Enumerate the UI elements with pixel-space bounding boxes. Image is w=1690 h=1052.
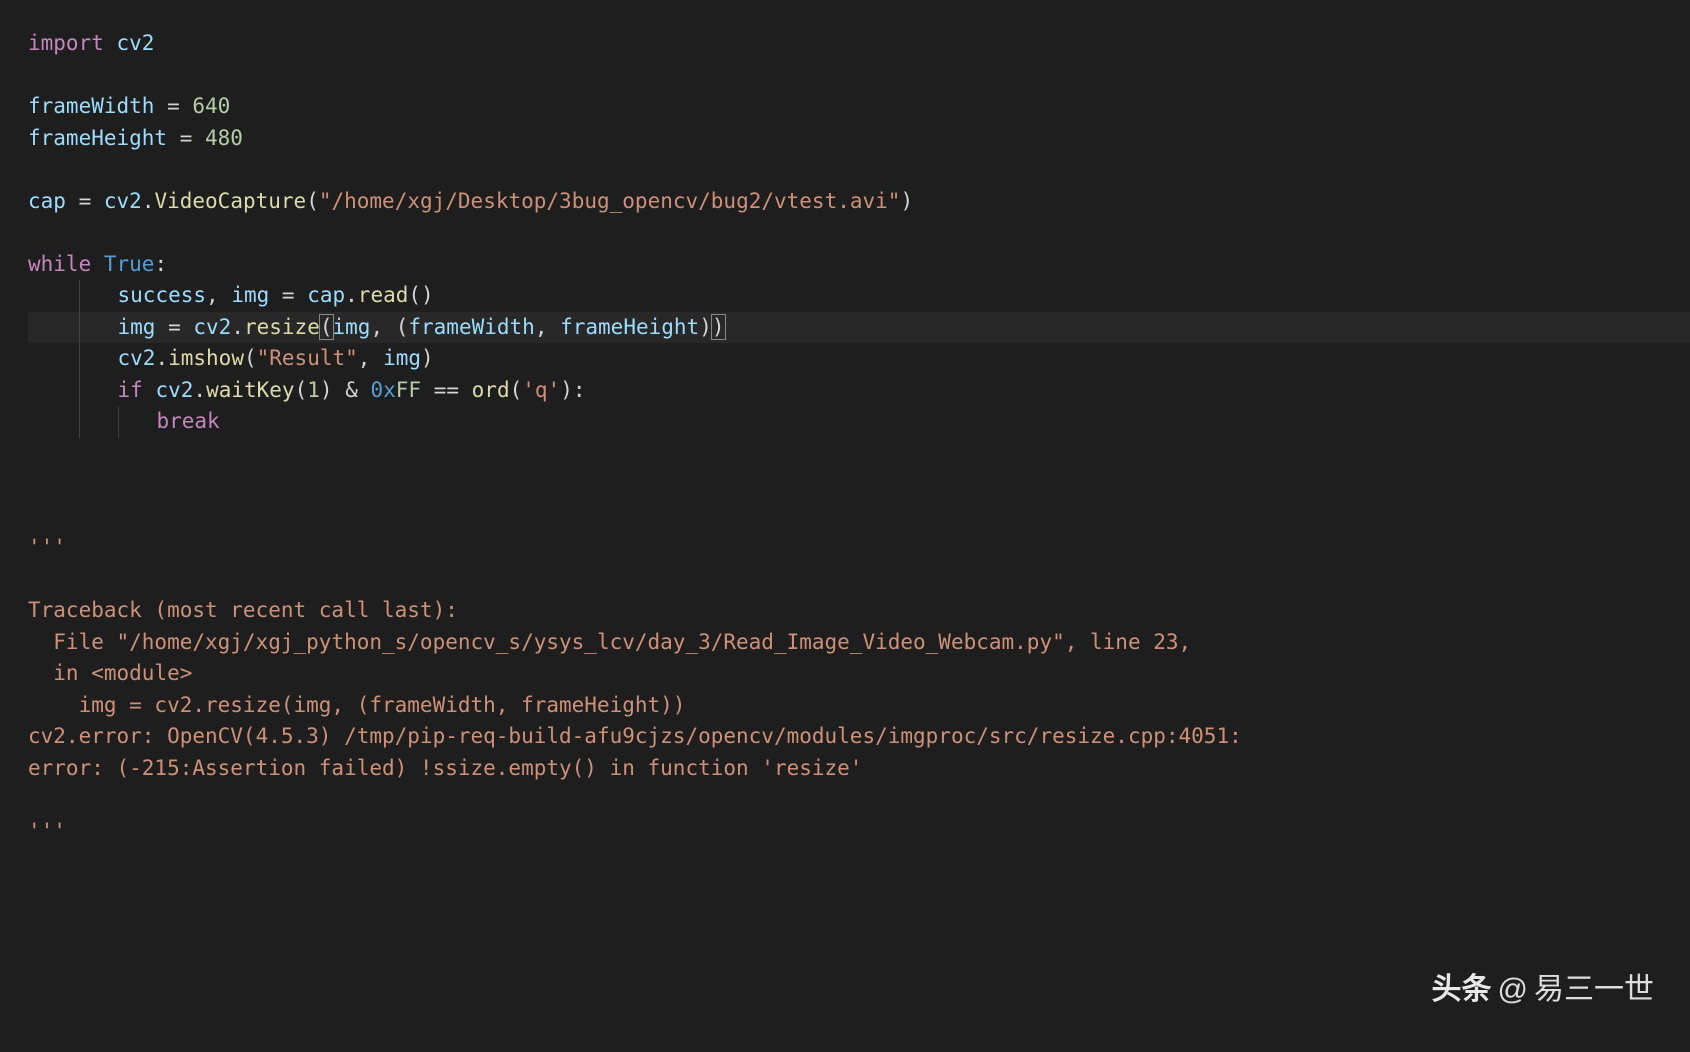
watermark-brand: 头条	[1432, 967, 1492, 1012]
keyword-while: while	[28, 252, 91, 276]
traceback-line-2[interactable]: File "/home/xgj/xgj_python_s/opencv_s/ys…	[28, 627, 1690, 659]
watermark-at: @	[1498, 967, 1528, 1012]
traceback-line-1[interactable]: Traceback (most recent call last):	[28, 595, 1690, 627]
indent-guide	[118, 406, 119, 438]
code-line-blank-a[interactable]	[28, 564, 1690, 596]
string-path: "/home/xgj/Desktop/3bug_opencv/bug2/vtes…	[319, 189, 901, 213]
code-line-1[interactable]: import cv2	[28, 28, 1690, 60]
code-line-15[interactable]	[28, 469, 1690, 501]
watermark-user: 易三一世	[1534, 967, 1654, 1012]
indent-guide	[79, 406, 80, 438]
code-line-13[interactable]: break	[28, 406, 1690, 438]
code-line-6[interactable]: cap = cv2.VideoCapture("/home/xgj/Deskto…	[28, 186, 1690, 218]
traceback-line-6[interactable]: error: (-215:Assertion failed) !ssize.em…	[28, 753, 1690, 785]
code-line-2[interactable]	[28, 60, 1690, 92]
fn-read: read	[358, 283, 409, 307]
docstring-close[interactable]: '''	[28, 816, 1690, 848]
indent-guide	[79, 312, 80, 344]
fn-videocapture: VideoCapture	[154, 189, 306, 213]
keyword-if: if	[118, 378, 143, 402]
fn-waitkey: waitKey	[206, 378, 295, 402]
var-frameheight: frameHeight	[28, 126, 167, 150]
code-line-9[interactable]: success, img = cap.read()	[28, 280, 1690, 312]
code-line-16[interactable]	[28, 501, 1690, 533]
code-line-14[interactable]	[28, 438, 1690, 470]
var-framewidth: frameWidth	[28, 94, 154, 118]
keyword-break: break	[156, 409, 219, 433]
traceback-line-5[interactable]: cv2.error: OpenCV(4.5.3) /tmp/pip-req-bu…	[28, 721, 1690, 753]
code-line-8[interactable]: while True:	[28, 249, 1690, 281]
watermark: 头条@易三一世	[1432, 967, 1654, 1012]
code-editor[interactable]: import cv2 frameWidth = 640frameHeight =…	[28, 28, 1690, 847]
docstring-open[interactable]: '''	[28, 532, 1690, 564]
code-line-11[interactable]: cv2.imshow("Result", img)	[28, 343, 1690, 375]
code-line-7[interactable]	[28, 217, 1690, 249]
code-line-blank-b[interactable]	[28, 784, 1690, 816]
module-name: cv2	[117, 31, 155, 55]
code-line-12[interactable]: if cv2.waitKey(1) & 0xFF == ord('q'):	[28, 375, 1690, 407]
fn-imshow: imshow	[168, 346, 244, 370]
code-line-10-active[interactable]: img = cv2.resize(img, (frameWidth, frame…	[28, 312, 1690, 344]
code-line-4[interactable]: frameHeight = 480	[28, 123, 1690, 155]
traceback-line-4[interactable]: img = cv2.resize(img, (frameWidth, frame…	[28, 690, 1690, 722]
indent-guide	[79, 343, 80, 375]
bracket-match-close: )	[711, 314, 726, 340]
code-line-3[interactable]: frameWidth = 640	[28, 91, 1690, 123]
fn-resize: resize	[244, 315, 320, 339]
code-line-5[interactable]	[28, 154, 1690, 186]
bracket-match-open: (	[319, 314, 334, 340]
indent-guide	[79, 280, 80, 312]
indent-guide	[79, 375, 80, 407]
fn-ord: ord	[472, 378, 510, 402]
literal-640: 640	[192, 94, 230, 118]
literal-true: True	[104, 252, 155, 276]
traceback-line-3[interactable]: in <module>	[28, 658, 1690, 690]
literal-480: 480	[205, 126, 243, 150]
keyword-import: import	[28, 31, 104, 55]
